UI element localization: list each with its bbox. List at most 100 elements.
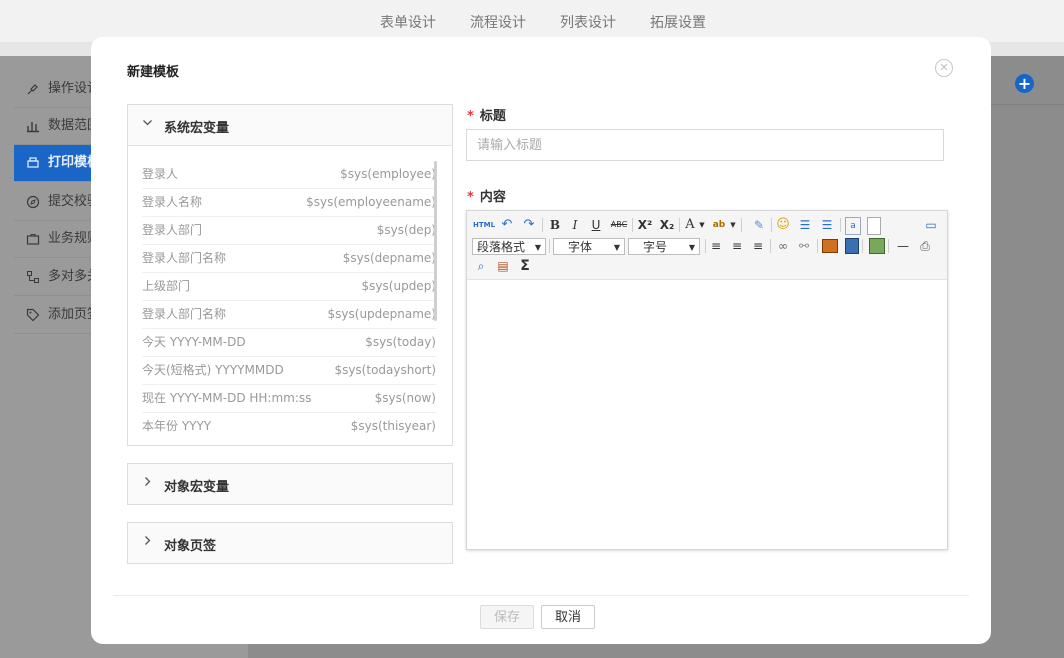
caret-down-icon[interactable]: ▼	[698, 217, 706, 233]
align-right-icon[interactable]: ≡	[750, 238, 766, 254]
object-vars-panel[interactable]: 对象宏变量	[127, 463, 453, 505]
app-tab-bar: 表单设计 流程设计 列表设计 拓展设置	[0, 12, 1064, 32]
list-item[interactable]: 登录人名称 $sys(employeename)	[142, 189, 436, 217]
add-circle-icon[interactable]: +	[1015, 74, 1034, 93]
caret-down-icon: ▼	[688, 243, 695, 252]
italic-icon[interactable]: I	[567, 217, 583, 233]
anchor-icon[interactable]: a	[845, 217, 861, 235]
system-vars-list: 登录人 $sys(employee) 登录人名称 $sys(employeename…	[128, 147, 450, 435]
bold-icon[interactable]: B	[547, 217, 563, 233]
redo-icon[interactable]: ↷	[521, 217, 537, 233]
caret-down-icon[interactable]: ▼	[729, 217, 737, 233]
toolbar-separator	[549, 239, 550, 253]
tab-flow-design[interactable]: 流程设计	[470, 12, 526, 32]
formula-sigma-icon[interactable]: Σ	[517, 258, 533, 274]
tab-extend-settings[interactable]: 拓展设置	[650, 12, 706, 32]
toolbar-separator	[542, 218, 543, 232]
print-icon[interactable]: ⎙	[917, 238, 933, 254]
toolbar-separator	[770, 239, 771, 253]
new-template-dialog: 新建模板 ✕ 系统宏变量 登录人 $sys(employee) 登录人名称 $sys…	[91, 37, 991, 644]
tab-form-design[interactable]: 表单设计	[380, 12, 436, 32]
paste-icon[interactable]: ▤	[495, 258, 511, 274]
strikethrough-icon[interactable]: ABC	[609, 217, 629, 233]
dialog-title: 新建模板	[127, 65, 180, 80]
editor-toolbar: HTML ↶ ↷ B I U ABC X² X₂ A ▼ ab ▼ ✎ ☺ ☰ …	[467, 211, 947, 280]
cancel-button[interactable]: 取消	[541, 605, 595, 629]
list-item[interactable]: 登录人 $sys(employee)	[142, 161, 436, 189]
emoji-icon[interactable]: ☺	[775, 217, 791, 233]
brush-icon	[27, 84, 38, 95]
compass-icon	[26, 195, 40, 209]
system-vars-header[interactable]: 系统宏变量	[128, 105, 452, 146]
font-size-select[interactable]: 字号 ▼	[628, 238, 700, 255]
paragraph-format-select[interactable]: 段落格式 ▼	[472, 238, 546, 255]
object-tabs-header[interactable]: 对象页签	[128, 523, 452, 563]
briefcase-icon	[26, 234, 40, 245]
ordered-list-icon[interactable]: ☰	[797, 217, 813, 233]
image-icon[interactable]	[822, 239, 838, 253]
align-left-icon[interactable]: ≡	[708, 238, 724, 254]
tab-list-design[interactable]: 列表设计	[560, 12, 616, 32]
list-item[interactable]: 上级部门 $sys(updep)	[142, 273, 436, 301]
list-item[interactable]: 登录人部门名称 $sys(depname)	[142, 245, 436, 273]
chevron-right-icon	[142, 476, 153, 490]
list-item[interactable]: 今天 YYYY-MM-DD $sys(today)	[142, 329, 436, 357]
divider	[990, 104, 1064, 105]
list-item[interactable]: 本年份 YYYY $sys(thisyear)	[142, 413, 436, 435]
system-vars-title: 系统宏变量	[164, 121, 230, 136]
bar-chart-icon	[27, 122, 39, 133]
font-color-icon[interactable]: A	[683, 217, 697, 233]
highlight-icon[interactable]: ab	[710, 217, 728, 233]
list-item[interactable]: 登录人部门 $sys(dep)	[142, 217, 436, 245]
tag-icon	[26, 308, 40, 322]
unlink-icon[interactable]: ⚯	[796, 238, 812, 254]
eraser-icon[interactable]: ✎	[751, 217, 767, 233]
subscript-icon[interactable]: X₂	[658, 217, 676, 233]
list-item[interactable]: 今天(短格式) YYYYMMDD $sys(todayshort)	[142, 357, 436, 385]
title-input[interactable]: 请输入标题	[466, 129, 944, 161]
chevron-right-icon	[142, 535, 153, 549]
link-icon[interactable]: ∞	[775, 238, 791, 254]
list-item[interactable]: 现在 YYYY-MM-DD HH:mm:ss $sys(now)	[142, 385, 436, 413]
toolbar-separator	[817, 239, 818, 253]
printer-icon	[27, 157, 39, 168]
title-label: * 标题	[467, 109, 506, 124]
undo-icon[interactable]: ↶	[499, 217, 515, 233]
system-vars-panel: 系统宏变量 登录人 $sys(employee) 登录人名称 $sys(employ…	[127, 104, 453, 446]
relation-icon	[27, 271, 39, 283]
object-tabs-title: 对象页签	[164, 539, 217, 554]
new-page-icon[interactable]	[867, 217, 881, 235]
toolbar-separator	[705, 239, 706, 253]
font-family-select[interactable]: 字体 ▼	[553, 238, 625, 255]
save-button[interactable]: 保存	[480, 605, 534, 629]
footer-divider	[113, 595, 969, 596]
content-label: * 内容	[467, 190, 506, 205]
toolbar-separator	[888, 239, 889, 253]
toolbar-separator	[840, 218, 841, 232]
superscript-icon[interactable]: X²	[636, 217, 654, 233]
caret-down-icon: ▼	[613, 243, 620, 252]
close-circle-icon[interactable]: ✕	[935, 59, 953, 77]
rich-text-editor: HTML ↶ ↷ B I U ABC X² X₂ A ▼ ab ▼ ✎ ☺ ☰ …	[466, 210, 948, 550]
html-source-icon[interactable]: HTML	[473, 217, 495, 233]
toolbar-separator	[679, 218, 680, 232]
app-top-bar: 表单设计 流程设计 列表设计 拓展设置	[0, 0, 1064, 42]
list-item[interactable]: 登录人部门名称 $sys(updepname)	[142, 301, 436, 329]
fullscreen-icon[interactable]: ▭	[923, 217, 939, 233]
preview-zoom-icon[interactable]: ⌕	[473, 258, 489, 274]
align-center-icon[interactable]: ≡	[729, 238, 745, 254]
toolbar-separator	[862, 239, 863, 253]
editor-content-area[interactable]	[467, 280, 947, 549]
caret-down-icon: ▼	[534, 243, 541, 252]
horizontal-rule-icon[interactable]: —	[895, 238, 911, 254]
toolbar-separator	[771, 218, 772, 232]
toolbar-separator	[741, 218, 742, 232]
chevron-down-icon	[142, 117, 153, 131]
unordered-list-icon[interactable]: ☰	[819, 217, 835, 233]
map-icon[interactable]	[869, 238, 885, 254]
object-vars-header[interactable]: 对象宏变量	[128, 464, 452, 504]
underline-icon[interactable]: U	[588, 217, 604, 233]
video-icon[interactable]	[845, 238, 859, 254]
scrollbar[interactable]	[434, 161, 437, 321]
object-tabs-panel[interactable]: 对象页签	[127, 522, 453, 564]
